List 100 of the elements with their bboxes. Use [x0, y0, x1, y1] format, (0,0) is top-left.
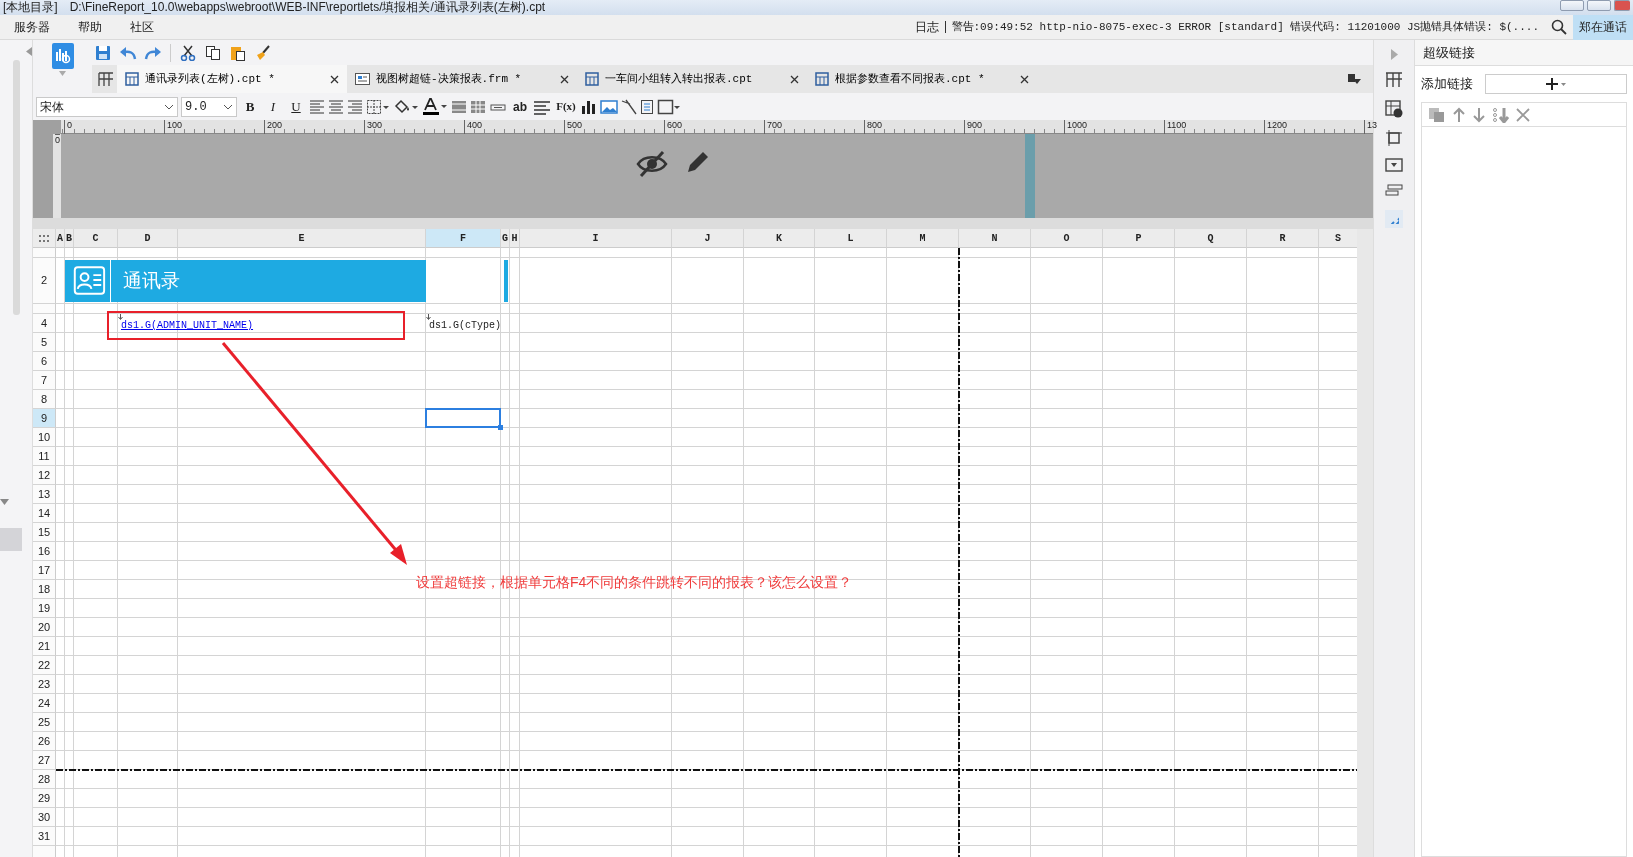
chevron-icon[interactable] [164, 103, 174, 110]
tab-menu-icon[interactable] [1347, 73, 1361, 85]
splitter-handle[interactable] [0, 528, 22, 551]
vertical-scrollbar[interactable] [1357, 229, 1373, 857]
grid-icon[interactable] [39, 234, 49, 242]
delete-icon[interactable] [1516, 107, 1530, 122]
page-icon[interactable] [640, 98, 654, 115]
column-header[interactable]: S [1319, 229, 1357, 248]
font-size-select[interactable]: 9.0 [181, 96, 237, 117]
column-header[interactable]: F [426, 229, 501, 248]
page-edge-marker[interactable] [1025, 134, 1035, 218]
row-header[interactable]: 11 [33, 447, 56, 466]
row-header[interactable]: 7 [33, 371, 56, 390]
font-color-icon[interactable] [422, 97, 448, 116]
minimize-button[interactable] [1560, 0, 1584, 11]
column-header[interactable]: L [815, 229, 887, 248]
user-status[interactable]: 郑在通话 [1573, 14, 1633, 40]
menu-item[interactable]: 社区 [116, 15, 168, 39]
row-header[interactable]: 26 [33, 732, 56, 751]
menu-item[interactable]: 帮助 [64, 15, 116, 39]
report-icon[interactable] [585, 72, 599, 86]
wrap-text-icon[interactable] [533, 98, 551, 115]
report-icon[interactable] [815, 72, 829, 86]
row-header[interactable]: 13 [33, 485, 56, 504]
row-header[interactable]: 8 [33, 390, 56, 409]
align-right-icon[interactable] [347, 98, 363, 115]
row-header[interactable]: 31 [33, 827, 56, 846]
close-icon[interactable] [1020, 74, 1029, 84]
hidden-eye-icon[interactable] [636, 150, 668, 178]
row-header[interactable]: 27 [33, 751, 56, 770]
condition-icon[interactable] [1385, 184, 1403, 198]
italic-button[interactable]: I [263, 96, 283, 117]
close-icon[interactable] [330, 74, 339, 84]
row-header[interactable]: 12 [33, 466, 56, 485]
row-header[interactable]: 24 [33, 694, 56, 713]
menu-item[interactable]: 服务器 [0, 15, 64, 39]
caret-icon[interactable] [59, 71, 66, 76]
border-icon[interactable] [366, 98, 390, 115]
cell-element-icon[interactable] [1385, 72, 1403, 88]
row-header[interactable]: 22 [33, 656, 56, 675]
caret-icon[interactable] [0, 499, 9, 505]
row-header[interactable]: 14 [33, 504, 56, 523]
selected-cell[interactable] [425, 408, 501, 428]
row-header[interactable]: 10 [33, 428, 56, 447]
row-header[interactable]: 4 [33, 314, 56, 333]
row-header[interactable]: 29 [33, 789, 56, 808]
text-tool-button[interactable]: ab [510, 97, 530, 116]
log-label[interactable]: 日志 [914, 21, 946, 33]
bar-chart-icon[interactable] [581, 98, 597, 115]
fill-color-icon[interactable] [393, 98, 419, 115]
column-header[interactable]: C [74, 229, 118, 248]
row-header[interactable]: 17 [33, 561, 56, 580]
row-header[interactable]: 20 [33, 618, 56, 637]
row-header[interactable]: 23 [33, 675, 56, 694]
column-header[interactable]: O [1031, 229, 1103, 248]
app-logo-icon[interactable] [51, 43, 74, 71]
font-select[interactable]: 宋体 [36, 96, 178, 117]
row-header[interactable]: 2 [33, 258, 56, 304]
merge-cells-icon[interactable] [451, 98, 467, 115]
frame-icon[interactable] [1386, 130, 1402, 146]
row-header[interactable]: 21 [33, 637, 56, 656]
file-tab[interactable]: 一车间小组转入转出报表.cpt [577, 65, 807, 93]
scrollbar[interactable] [13, 60, 20, 315]
maximize-button[interactable] [1587, 0, 1611, 11]
column-header[interactable]: N [959, 229, 1031, 248]
link-cell[interactable]: ds1.G(ADMIN_UNIT_NAME) [118, 314, 426, 333]
row-header[interactable]: 15 [33, 523, 56, 542]
align-center-icon[interactable] [328, 98, 344, 115]
move-bottom-icon[interactable] [1492, 106, 1510, 123]
slash-icon[interactable] [621, 98, 637, 115]
file-tab[interactable]: 视图树超链-决策报表.frm * [347, 65, 577, 93]
file-tab[interactable]: 通讯录列表(左树).cpt * [117, 65, 347, 93]
bold-button[interactable]: B [240, 96, 260, 117]
image-icon[interactable] [600, 98, 618, 115]
column-header[interactable]: K [744, 229, 815, 248]
column-header[interactable]: Q [1175, 229, 1247, 248]
row-header[interactable]: 28 [33, 770, 56, 789]
column-header[interactable]: P [1103, 229, 1175, 248]
chevron-icon[interactable] [223, 103, 233, 110]
row-header[interactable]: 18 [33, 580, 56, 599]
move-down-icon[interactable] [1472, 106, 1486, 123]
row-header[interactable]: 6 [33, 352, 56, 371]
row-header[interactable]: 25 [33, 713, 56, 732]
align-left-icon[interactable] [309, 98, 325, 115]
cell-attribute-icon[interactable] [1385, 100, 1403, 118]
move-up-icon[interactable] [1452, 106, 1466, 123]
report-icon[interactable] [125, 72, 139, 86]
row-header[interactable]: 16 [33, 542, 56, 561]
close-icon[interactable] [560, 74, 569, 84]
row-header[interactable]: 5 [33, 333, 56, 352]
column-header[interactable]: M [887, 229, 959, 248]
row-header[interactable]: 30 [33, 808, 56, 827]
column-header[interactable]: R [1247, 229, 1319, 248]
underline-button[interactable]: U [286, 96, 306, 117]
close-icon[interactable] [790, 74, 799, 84]
column-header[interactable]: E [178, 229, 426, 248]
form-icon[interactable] [355, 72, 370, 86]
collapse-icon[interactable] [26, 47, 32, 56]
formula-button[interactable]: F(x) [554, 98, 578, 115]
row-header[interactable]: 9 [33, 409, 56, 428]
